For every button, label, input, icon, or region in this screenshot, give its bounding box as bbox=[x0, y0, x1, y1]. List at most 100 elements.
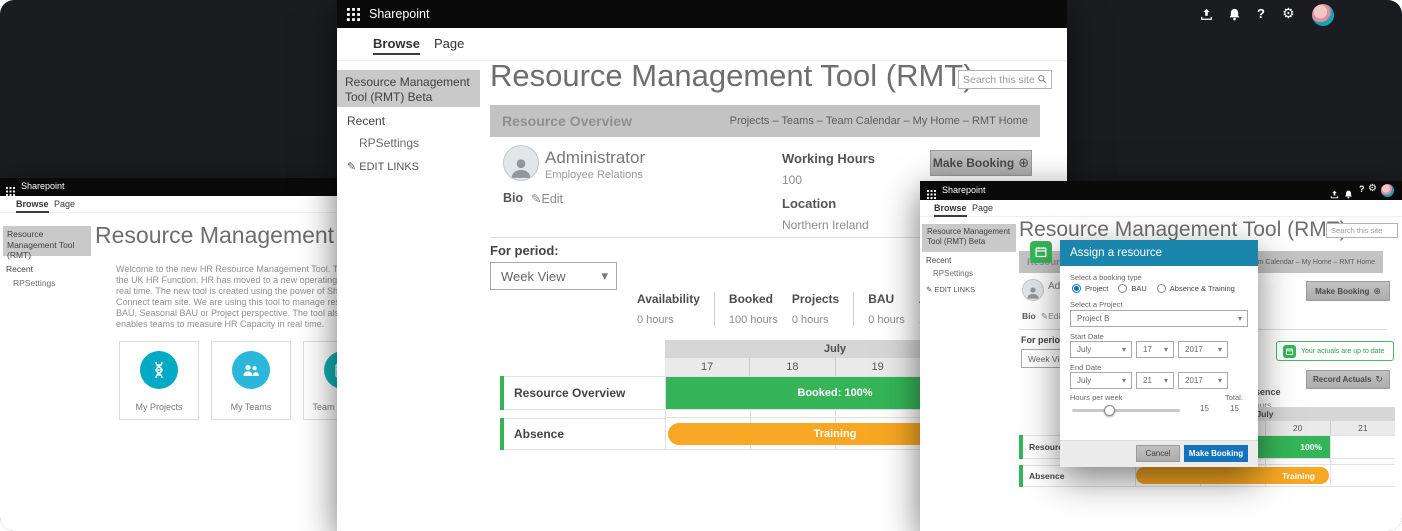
help-icon[interactable]: ? bbox=[1257, 6, 1265, 21]
plus-circle-icon: ⊕ bbox=[1373, 286, 1381, 297]
sidebar-item-rpsettings[interactable]: RPSettings bbox=[13, 278, 56, 288]
radio-bau[interactable] bbox=[1118, 284, 1127, 293]
bio-label: Bio bbox=[503, 191, 523, 205]
radio-absence-training-label: Absence & Training bbox=[1170, 284, 1235, 293]
stat-label: BAU bbox=[868, 292, 905, 306]
tab-page[interactable]: Page bbox=[54, 199, 75, 209]
user-avatar[interactable] bbox=[1381, 184, 1394, 197]
profile-name: Administrator bbox=[545, 148, 645, 168]
total-label: Total: bbox=[1225, 393, 1243, 402]
sidebar-item-rpsettings[interactable]: RPSettings bbox=[933, 269, 973, 278]
row-label: Absence bbox=[514, 427, 564, 441]
make-booking-button[interactable]: Make Booking ⊕ bbox=[1306, 281, 1390, 301]
tab-browse[interactable]: Browse bbox=[934, 203, 967, 217]
tile-my-teams[interactable]: My Teams bbox=[211, 341, 291, 420]
month-label: July bbox=[1256, 409, 1273, 419]
welcome-text: Welcome to the new HR Resource Managemen… bbox=[116, 264, 338, 330]
tile-label: My Teams bbox=[212, 402, 290, 412]
bio-edit-link[interactable]: ✎Edit bbox=[531, 191, 563, 206]
actuals-status: Your actuals are up to date bbox=[1276, 341, 1394, 361]
profile-avatar bbox=[1022, 279, 1044, 301]
page-title: Resource Management Tool (RMT) bbox=[1019, 218, 1347, 242]
welcome-line: enables teams to measure HR Capacity in … bbox=[116, 319, 338, 330]
sidebar-recent[interactable]: Recent bbox=[347, 114, 385, 128]
sidebar-item-label: Resource Management Tool (RMT) Beta bbox=[927, 227, 1010, 246]
sidebar-item-rmt[interactable]: Resource Management Tool (RMT) bbox=[3, 226, 91, 256]
cancel-button[interactable]: Cancel bbox=[1136, 445, 1180, 462]
chevron-down-icon: ▾ bbox=[1122, 376, 1126, 385]
tab-browse[interactable]: Browse bbox=[16, 199, 49, 213]
end-month-value: July bbox=[1077, 376, 1091, 385]
tile-label: My Projects bbox=[120, 402, 198, 412]
search-icon bbox=[1037, 71, 1047, 89]
edit-links[interactable]: ✎ EDIT LINKS bbox=[347, 160, 419, 173]
stat-label: Availability bbox=[637, 292, 700, 306]
dna-icon bbox=[140, 351, 178, 389]
sidebar-recent[interactable]: Recent bbox=[926, 256, 951, 265]
start-month-select[interactable]: July▾ bbox=[1070, 341, 1132, 358]
project-select-value: Project B bbox=[1077, 314, 1109, 323]
end-year-value: 2017 bbox=[1185, 376, 1203, 385]
suite-bar: Sharepoint bbox=[337, 0, 1067, 28]
sidebar-item-rpsettings[interactable]: RPSettings bbox=[359, 136, 419, 150]
help-icon[interactable]: ? bbox=[1359, 184, 1365, 194]
end-year-select[interactable]: 2017 ▾ bbox=[1178, 372, 1228, 389]
training-bar[interactable]: Training bbox=[1136, 467, 1329, 484]
actuals-status-label: Your actuals are up to date bbox=[1301, 348, 1384, 355]
calendar-row-label: Absence bbox=[1019, 465, 1135, 487]
make-booking-submit-button[interactable]: Make Booking bbox=[1184, 445, 1248, 462]
radio-absence-training[interactable] bbox=[1157, 284, 1166, 293]
sidebar-item-label: Resource Management Tool (RMT) Beta bbox=[345, 75, 470, 104]
overlay-sharepoint-window: Sharepoint ? ⚙ Browse Page Resource Mana… bbox=[920, 181, 1402, 531]
start-year-select[interactable]: 2017▾ bbox=[1178, 341, 1228, 358]
working-hours-label: Working Hours bbox=[782, 151, 875, 166]
site-search[interactable] bbox=[1326, 223, 1398, 238]
radio-project[interactable] bbox=[1072, 284, 1081, 293]
stat-label: Booked bbox=[729, 292, 778, 306]
working-hours-value: 100 bbox=[782, 173, 802, 187]
notifications-icon[interactable] bbox=[1228, 8, 1241, 26]
welcome-line: real time. The new tool is created using… bbox=[116, 286, 338, 297]
record-actuals-button[interactable]: Record Actuals ↻ bbox=[1306, 370, 1390, 389]
day-header: 17 bbox=[665, 358, 749, 376]
edit-links[interactable]: ✎ EDIT LINKS bbox=[926, 285, 975, 294]
submit-label: Make Booking bbox=[1189, 449, 1243, 458]
sidebar-recent[interactable]: Recent bbox=[6, 264, 33, 274]
search-input[interactable] bbox=[963, 74, 1034, 86]
tab-page[interactable]: Page bbox=[434, 36, 464, 51]
bio-label: Bio bbox=[1022, 311, 1036, 321]
end-month-select[interactable]: July ▾ bbox=[1070, 372, 1132, 389]
hours-slider[interactable] bbox=[1072, 409, 1180, 412]
day-header: 20 bbox=[1265, 421, 1330, 435]
hours-slider-thumb[interactable] bbox=[1104, 405, 1115, 416]
day-header: 19 bbox=[835, 358, 920, 376]
tile-team-calendar[interactable]: Team Calendar bbox=[303, 341, 338, 420]
app-launcher-icon[interactable] bbox=[347, 8, 360, 26]
end-day-select[interactable]: 21▾ bbox=[1136, 372, 1174, 389]
settings-icon[interactable]: ⚙ bbox=[1368, 183, 1377, 194]
start-day-select[interactable]: 17▾ bbox=[1136, 341, 1174, 358]
suite-icons-cluster: ? ⚙ bbox=[1200, 3, 1340, 27]
period-dropdown[interactable]: Week View ▾ bbox=[490, 262, 617, 290]
sidebar-item-label: Resource Management Tool (RMT) bbox=[7, 229, 74, 260]
overview-nav-links[interactable]: Projects – Teams – Team Calendar – My Ho… bbox=[730, 115, 1028, 127]
ribbon: Browse Page bbox=[337, 28, 1067, 61]
project-select[interactable]: Project B ▾ bbox=[1070, 310, 1248, 327]
tile-my-projects[interactable]: My Projects bbox=[119, 341, 199, 420]
sidebar-item-rmt-beta[interactable]: Resource Management Tool (RMT) Beta bbox=[337, 70, 480, 107]
stat-projects: Projects 0 hours bbox=[792, 292, 853, 326]
project-select-label: Select a Project bbox=[1070, 300, 1123, 309]
share-icon[interactable] bbox=[1200, 8, 1213, 26]
tab-browse[interactable]: Browse bbox=[373, 36, 420, 55]
tab-page[interactable]: Page bbox=[972, 203, 993, 213]
settings-icon[interactable]: ⚙ bbox=[1282, 5, 1295, 22]
pencil-icon: ✎ bbox=[926, 285, 932, 294]
chevron-down-icon: ▾ bbox=[1218, 376, 1222, 385]
search-input[interactable] bbox=[1331, 226, 1393, 235]
location-label: Location bbox=[782, 196, 836, 211]
user-avatar[interactable] bbox=[1312, 4, 1334, 26]
sidebar-item-rmt-beta[interactable]: Resource Management Tool (RMT) Beta bbox=[922, 224, 1016, 252]
modal-header: Assign a resource bbox=[1060, 240, 1258, 266]
site-search[interactable] bbox=[958, 70, 1052, 89]
make-booking-button[interactable]: Make Booking ⊕ bbox=[930, 150, 1032, 176]
